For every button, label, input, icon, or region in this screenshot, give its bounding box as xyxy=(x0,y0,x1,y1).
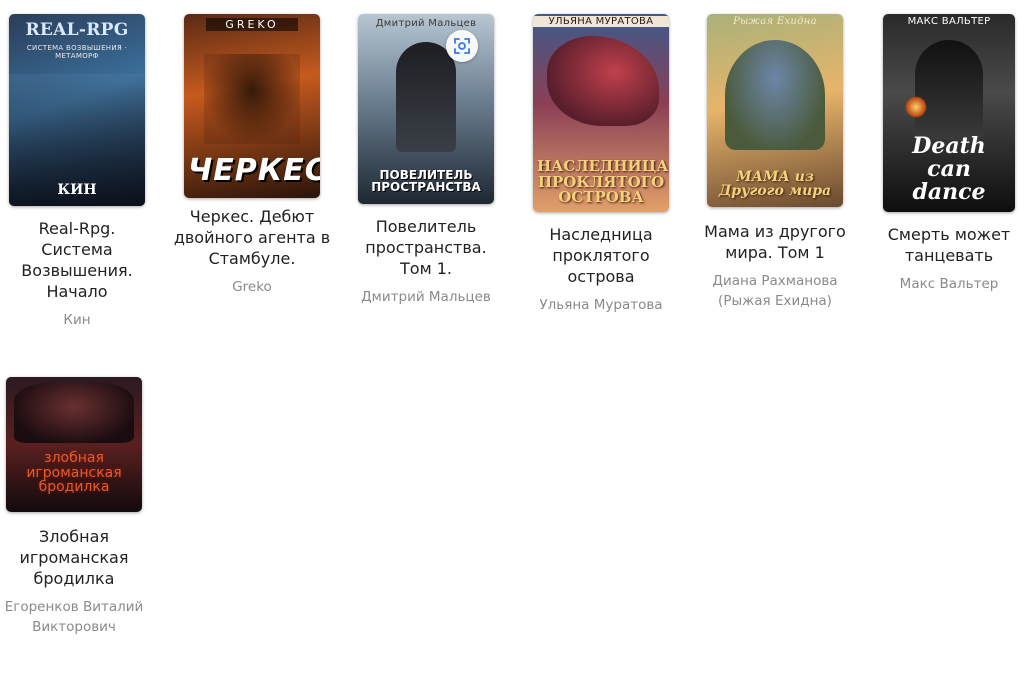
cover-title-text: злобная игроманская бродилка xyxy=(26,450,122,496)
cover-title-text: Death can dance xyxy=(912,132,986,205)
book-author[interactable]: Ульяна Муратова xyxy=(516,295,686,315)
book-cover[interactable]: Рыжая Ехидна МАМА из Другого мира xyxy=(707,14,843,207)
book-cover[interactable]: МАКС ВАЛЬТЕР Death can dance xyxy=(883,14,1015,212)
book-cover[interactable]: злобная игроманская бродилка xyxy=(6,377,142,512)
cover-figures-art xyxy=(204,54,300,144)
book-author[interactable]: Егоренков Виталий Викторович xyxy=(0,597,159,637)
cover-title-text: МАМА из Другого мира xyxy=(718,168,832,200)
cover-author-text: Дмитрий Мальцев xyxy=(375,18,477,29)
book-card[interactable]: злобная игроманская бродилка Злобная игр… xyxy=(0,377,159,637)
book-grid: REAL-RPG СИСТЕМА ВОЗВЫШЕНИЯ · МЕТАМОРФ К… xyxy=(0,0,1031,676)
book-author[interactable]: Кин xyxy=(0,310,162,330)
visual-search-icon xyxy=(454,38,470,54)
book-author[interactable]: Диана Рахманова (Рыжая Ехидна) xyxy=(690,271,860,311)
cover-subtitle-text: СИСТЕМА ВОЗВЫШЕНИЯ · МЕТАМОРФ xyxy=(26,44,128,60)
book-cover[interactable]: REAL-RPG СИСТЕМА ВОЗВЫШЕНИЯ · МЕТАМОРФ К… xyxy=(9,14,145,206)
book-author[interactable]: Макс Вальтер xyxy=(864,274,1031,294)
cover-author-text: GREKO xyxy=(206,18,298,31)
cover-hooded-art xyxy=(915,40,983,140)
book-cover[interactable]: УЛЬЯНА МУРАТОВА НАСЛЕДНИЦА ПРОКЛЯТОГО ОС… xyxy=(533,14,669,212)
cover-series-text: REAL-RPG xyxy=(25,20,129,40)
book-author[interactable]: Greko xyxy=(167,277,337,297)
book-title[interactable]: Мама из другого мира. Том 1 xyxy=(690,221,860,263)
book-title[interactable]: Real-Rpg. Система Возвышения. Начало xyxy=(0,218,162,302)
cover-title-text: НАСЛЕДНИЦА ПРОКЛЯТОГО ОСТРОВА xyxy=(537,156,669,207)
book-card[interactable]: Рыжая Ехидна МАМА из Другого мира Мама и… xyxy=(690,14,860,311)
cover-author-text: УЛЬЯНА МУРАТОВА xyxy=(533,16,669,27)
book-title[interactable]: Черкес. Дебют двойного агента в Стамбуле… xyxy=(167,206,337,269)
book-title[interactable]: Повелитель пространства. Том 1. xyxy=(341,216,511,279)
cover-title-text: ПОВЕЛИТЕЛЬ ПРОСТРАНСТВА xyxy=(371,167,481,195)
book-title[interactable]: Смерть может танцевать xyxy=(864,224,1031,266)
book-title[interactable]: Наследница проклятого острова xyxy=(516,224,686,287)
book-card[interactable]: УЛЬЯНА МУРАТОВА НАСЛЕДНИЦА ПРОКЛЯТОГО ОС… xyxy=(516,14,686,315)
cover-warriors-art xyxy=(14,383,134,443)
cover-hero-art xyxy=(396,42,456,152)
cover-author-text: Рыжая Ехидна xyxy=(733,16,817,27)
cover-author-text: МАКС ВАЛЬТЕР xyxy=(907,16,991,27)
book-author[interactable]: Дмитрий Мальцев xyxy=(341,287,511,307)
book-card[interactable]: GREKO ЧЕРКЕС Черкес. Дебют двойного аген… xyxy=(167,14,337,297)
book-cover[interactable]: Дмитрий Мальцев ПОВЕЛИТЕЛЬ ПРОСТРАНСТВА xyxy=(358,14,494,204)
cover-title-text: ЧЕРКЕС xyxy=(188,152,320,188)
visual-search-button[interactable] xyxy=(446,30,478,62)
book-cover[interactable]: GREKO ЧЕРКЕС xyxy=(184,14,320,198)
book-card[interactable]: МАКС ВАЛЬТЕР Death can dance Смерть може… xyxy=(864,14,1031,294)
book-card[interactable]: REAL-RPG СИСТЕМА ВОЗВЫШЕНИЯ · МЕТАМОРФ К… xyxy=(0,14,162,330)
cover-family-art xyxy=(725,40,825,150)
cover-glow-art xyxy=(905,96,927,118)
cover-author-text: КИН xyxy=(57,182,97,199)
cover-dragon-art xyxy=(547,36,659,126)
book-card[interactable]: Дмитрий Мальцев ПОВЕЛИТЕЛЬ ПРОСТРАНСТВА … xyxy=(341,14,511,307)
book-title[interactable]: Злобная игроманская бродилка xyxy=(0,526,159,589)
